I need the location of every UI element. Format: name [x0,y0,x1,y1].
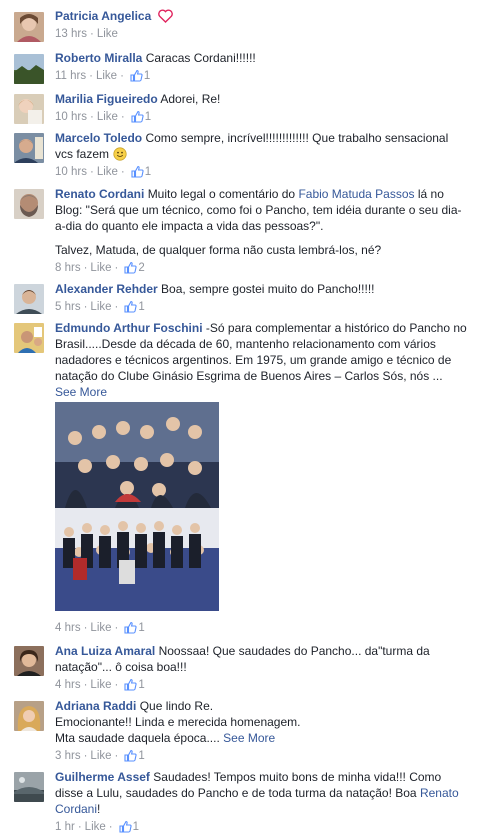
avatar[interactable] [14,189,44,219]
commenter-name[interactable]: Patricia Angelica [55,9,151,23]
like-count[interactable]: 1 [138,301,144,313]
avatar[interactable] [14,646,44,676]
avatar[interactable] [14,94,44,124]
avatar[interactable] [14,133,44,163]
like-link[interactable]: Like [90,622,111,634]
avatar-image [14,94,44,124]
like-link[interactable]: Like [97,166,118,178]
like-count-icon[interactable] [124,621,137,634]
like-link[interactable]: Like [96,70,117,82]
avatar-image [14,133,44,163]
like-count-icon[interactable] [130,69,143,82]
see-more-link[interactable]: See More [223,731,275,745]
commenter-name[interactable]: Roberto Miralla [55,51,142,65]
like-count[interactable]: 1 [138,679,144,691]
comment-text: Muito legal o comentário do [147,187,296,201]
comment-timestamp[interactable]: 13 hrs [55,28,87,40]
comment-text: Que lindo Re. [139,699,214,713]
comment-timestamp[interactable]: 1 hr [55,821,75,833]
avatar[interactable] [14,54,44,84]
comment-timestamp[interactable]: 3 hrs [55,750,81,762]
like-count-icon[interactable] [131,165,144,178]
comment-text: Caracas Cordani!!!!!! [145,51,256,65]
like-link[interactable]: Like [90,301,111,313]
like-count[interactable]: 1 [138,750,144,762]
like-link[interactable]: Like [90,262,111,274]
see-more-link[interactable]: See More [55,385,107,399]
like-count-icon[interactable] [124,749,137,762]
like-count-icon[interactable] [124,261,137,274]
avatar[interactable] [14,701,44,731]
comment-text-line-3: Mta saudade daquela época.... [55,731,220,745]
like-count-icon[interactable] [124,300,137,313]
comment-timestamp[interactable]: 5 hrs [55,301,81,313]
like-count[interactable]: 1 [145,111,151,123]
comment-timestamp[interactable]: 11 hrs [55,70,86,82]
commenter-name[interactable]: Alexander Rehder [55,282,158,296]
avatar-image [14,12,44,42]
commenter-name[interactable]: Renato Cordani [55,187,144,201]
comment-text: Boa, sempre gostei muito do Pancho!!!!! [161,282,375,296]
comment-timestamp[interactable]: 4 hrs [55,622,81,634]
avatar-image [14,189,44,219]
smile-emoji-icon [113,147,127,161]
group-photo-image [55,402,219,611]
like-count[interactable]: 1 [144,70,150,82]
avatar-image [14,284,44,314]
like-count[interactable]: 2 [138,262,144,274]
avatar-image [14,772,44,802]
avatar[interactable] [14,12,44,42]
comment-timestamp[interactable]: 8 hrs [55,262,81,274]
like-count-icon[interactable] [124,678,137,691]
like-count[interactable]: 1 [145,166,151,178]
avatar[interactable] [14,772,44,802]
comment-paragraph: Talvez, Matuda, de qualquer forma não cu… [55,243,382,257]
commenter-name[interactable]: Guilherme Assef [55,770,150,784]
avatar-image [14,646,44,676]
comment-timestamp[interactable]: 10 hrs [55,166,87,178]
avatar[interactable] [14,284,44,314]
comment-timestamp[interactable]: 4 hrs [55,679,81,691]
commenter-name[interactable]: Marilia Figueiredo [55,92,158,106]
like-count[interactable]: 1 [138,622,144,634]
avatar-image [14,54,44,84]
like-count-icon[interactable] [119,820,132,833]
commenter-name[interactable]: Ana Luiza Amaral [55,644,155,658]
comment-photo-attachment[interactable] [55,402,219,611]
like-link[interactable]: Like [97,111,118,123]
heart-icon [157,9,173,23]
comment-timestamp[interactable]: 10 hrs [55,111,87,123]
avatar[interactable] [14,323,44,353]
commenter-name[interactable]: Adriana Raddi [55,699,136,713]
mention-link[interactable]: Fabio Matuda Passos [298,187,414,201]
comment-text-line-2: Emocionante!! Linda e merecida homenagem… [55,715,301,729]
like-link[interactable]: Like [90,750,111,762]
like-count[interactable]: 1 [133,821,139,833]
commenter-name[interactable]: Edmundo Arthur Foschini [55,321,203,335]
like-link[interactable]: Like [85,821,106,833]
commenter-name[interactable]: Marcelo Toledo [55,131,142,145]
like-count-icon[interactable] [131,110,144,123]
like-link[interactable]: Like [90,679,111,691]
avatar-image [14,701,44,731]
like-link[interactable]: Like [97,28,118,40]
comment-text: Adorei, Re! [160,92,221,106]
comment-text-continued: ! [97,802,101,816]
avatar-image [14,323,44,353]
